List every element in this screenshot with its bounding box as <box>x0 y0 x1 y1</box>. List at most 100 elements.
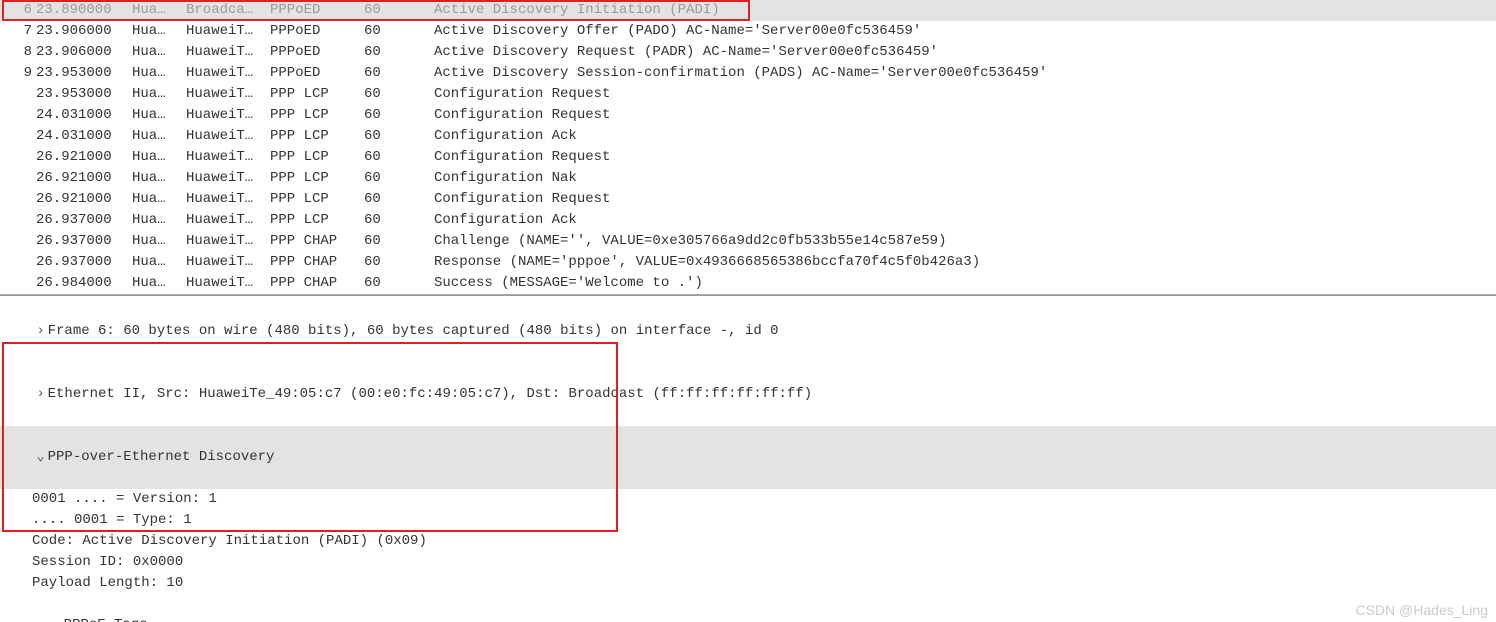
packet-info: Configuration Ack <box>424 210 1496 231</box>
packet-time: 23.953000 <box>32 84 128 105</box>
packet-length: 60 <box>360 189 424 210</box>
packet-row[interactable]: 24.031000Hua…HuaweiT…PPP LCP60Configurat… <box>0 105 1496 126</box>
detail-pppoe-discovery[interactable]: ⌄PPP-over-Ethernet Discovery <box>0 426 1496 489</box>
packet-no <box>4 231 32 252</box>
detail-frame[interactable]: ›Frame 6: 60 bytes on wire (480 bits), 6… <box>0 300 1496 363</box>
packet-no <box>4 147 32 168</box>
packet-destination: HuaweiT… <box>182 42 266 63</box>
packet-source: Hua… <box>128 84 182 105</box>
packet-time: 23.906000 <box>32 21 128 42</box>
caret-right-icon[interactable]: › <box>34 321 48 342</box>
packet-protocol: PPP LCP <box>266 189 360 210</box>
detail-pppoe-tags[interactable]: ⌄PPPoE Tags <box>0 594 1496 622</box>
packet-info: Active Discovery Session-confirmation (P… <box>424 63 1496 84</box>
packet-length: 60 <box>360 63 424 84</box>
packet-destination: HuaweiT… <box>182 126 266 147</box>
packet-length: 60 <box>360 21 424 42</box>
packet-time: 26.984000 <box>32 273 128 294</box>
packet-row[interactable]: 26.937000Hua…HuaweiT…PPP LCP60Configurat… <box>0 210 1496 231</box>
detail-ethernet-text: Ethernet II, Src: HuaweiTe_49:05:c7 (00:… <box>48 386 813 402</box>
packet-length: 60 <box>360 147 424 168</box>
packet-time: 26.937000 <box>32 210 128 231</box>
packet-source: Hua… <box>128 0 182 21</box>
detail-pppoe-text: PPP-over-Ethernet Discovery <box>48 449 275 465</box>
packet-list: 623.890000Hua…Broadca…PPPoED60Active Dis… <box>0 0 1496 295</box>
packet-protocol: PPPoED <box>266 0 360 21</box>
packet-info: Configuration Request <box>424 189 1496 210</box>
packet-time: 26.937000 <box>32 231 128 252</box>
packet-destination: HuaweiT… <box>182 252 266 273</box>
packet-destination: HuaweiT… <box>182 147 266 168</box>
packet-row[interactable]: 26.937000Hua…HuaweiT…PPP CHAP60Response … <box>0 252 1496 273</box>
packet-source: Hua… <box>128 126 182 147</box>
packet-source: Hua… <box>128 168 182 189</box>
packet-row[interactable]: 723.906000Hua…HuaweiT…PPPoED60Active Dis… <box>0 21 1496 42</box>
packet-destination: HuaweiT… <box>182 189 266 210</box>
packet-length: 60 <box>360 252 424 273</box>
packet-info: Response (NAME='pppoe', VALUE=0x49366685… <box>424 252 1496 273</box>
detail-ethernet[interactable]: ›Ethernet II, Src: HuaweiTe_49:05:c7 (00… <box>0 363 1496 426</box>
caret-right-icon[interactable]: › <box>34 384 48 405</box>
packet-row[interactable]: 26.921000Hua…HuaweiT…PPP LCP60Configurat… <box>0 147 1496 168</box>
detail-type[interactable]: .... 0001 = Type: 1 <box>0 510 1496 531</box>
packet-protocol: PPP CHAP <box>266 231 360 252</box>
packet-protocol: PPP CHAP <box>266 273 360 294</box>
detail-code[interactable]: Code: Active Discovery Initiation (PADI)… <box>0 531 1496 552</box>
packet-source: Hua… <box>128 147 182 168</box>
packet-time: 26.921000 <box>32 168 128 189</box>
packet-info: Active Discovery Offer (PADO) AC-Name='S… <box>424 21 1496 42</box>
packet-source: Hua… <box>128 273 182 294</box>
packet-destination: HuaweiT… <box>182 273 266 294</box>
packet-length: 60 <box>360 126 424 147</box>
caret-down-icon[interactable]: ⌄ <box>34 447 48 468</box>
packet-source: Hua… <box>128 63 182 84</box>
packet-source: Hua… <box>128 21 182 42</box>
packet-length: 60 <box>360 105 424 126</box>
packet-destination: HuaweiT… <box>182 105 266 126</box>
packet-no <box>4 273 32 294</box>
packet-protocol: PPPoED <box>266 63 360 84</box>
packet-info: Configuration Request <box>424 84 1496 105</box>
packet-row[interactable]: 923.953000Hua…HuaweiT…PPPoED60Active Dis… <box>0 63 1496 84</box>
packet-no: 6 <box>4 0 32 21</box>
packet-info: Active Discovery Initiation (PADI) <box>424 0 1496 21</box>
packet-time: 26.921000 <box>32 147 128 168</box>
packet-protocol: PPP LCP <box>266 147 360 168</box>
detail-tags-text: PPPoE Tags <box>64 617 148 622</box>
packet-protocol: PPP LCP <box>266 126 360 147</box>
packet-no <box>4 84 32 105</box>
packet-row[interactable]: 26.921000Hua…HuaweiT…PPP LCP60Configurat… <box>0 168 1496 189</box>
packet-no: 7 <box>4 21 32 42</box>
packet-protocol: PPP LCP <box>266 210 360 231</box>
packet-row[interactable]: 23.953000Hua…HuaweiT…PPP LCP60Configurat… <box>0 84 1496 105</box>
packet-row[interactable]: 24.031000Hua…HuaweiT…PPP LCP60Configurat… <box>0 126 1496 147</box>
packet-time: 24.031000 <box>32 105 128 126</box>
packet-source: Hua… <box>128 189 182 210</box>
packet-length: 60 <box>360 273 424 294</box>
packet-no <box>4 126 32 147</box>
packet-time: 23.953000 <box>32 63 128 84</box>
packet-row[interactable]: 623.890000Hua…Broadca…PPPoED60Active Dis… <box>0 0 1496 21</box>
packet-info: Active Discovery Request (PADR) AC-Name=… <box>424 42 1496 63</box>
detail-payload-length[interactable]: Payload Length: 10 <box>0 573 1496 594</box>
packet-row[interactable]: 26.937000Hua…HuaweiT…PPP CHAP60Challenge… <box>0 231 1496 252</box>
packet-time: 23.906000 <box>32 42 128 63</box>
packet-destination: HuaweiT… <box>182 168 266 189</box>
packet-no <box>4 189 32 210</box>
packet-row[interactable]: 26.984000Hua…HuaweiT…PPP CHAP60Success (… <box>0 273 1496 294</box>
detail-session-id[interactable]: Session ID: 0x0000 <box>0 552 1496 573</box>
caret-down-icon[interactable]: ⌄ <box>50 615 64 622</box>
packet-source: Hua… <box>128 105 182 126</box>
packet-protocol: PPPoED <box>266 21 360 42</box>
packet-no: 8 <box>4 42 32 63</box>
packet-info: Configuration Request <box>424 105 1496 126</box>
packet-row[interactable]: 823.906000Hua…HuaweiT…PPPoED60Active Dis… <box>0 42 1496 63</box>
packet-row[interactable]: 26.921000Hua…HuaweiT…PPP LCP60Configurat… <box>0 189 1496 210</box>
packet-destination: HuaweiT… <box>182 21 266 42</box>
detail-version[interactable]: 0001 .... = Version: 1 <box>0 489 1496 510</box>
packet-source: Hua… <box>128 210 182 231</box>
packet-details-pane: ›Frame 6: 60 bytes on wire (480 bits), 6… <box>0 295 1496 622</box>
packet-no: 9 <box>4 63 32 84</box>
packet-time: 26.921000 <box>32 189 128 210</box>
packet-no <box>4 168 32 189</box>
